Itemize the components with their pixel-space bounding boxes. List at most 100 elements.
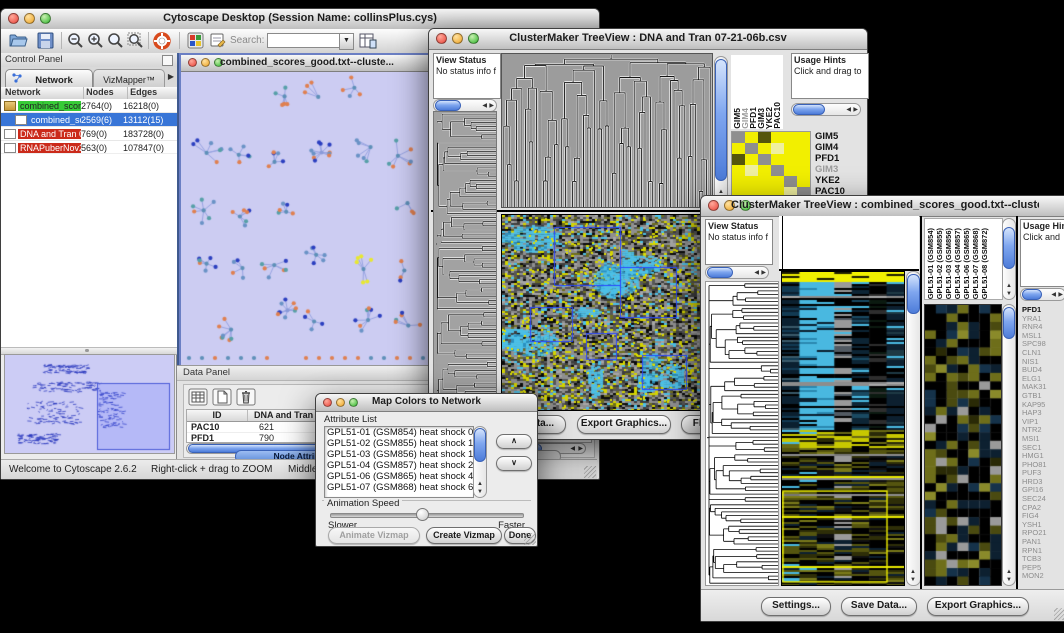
matrix-cell[interactable] [771,143,784,154]
dialog-title-bar[interactable]: Map Colors to Network [316,394,537,412]
matrix-cell[interactable] [758,132,771,143]
matrix-cell[interactable] [797,143,810,154]
matrix-cell[interactable] [771,132,784,143]
annotation-icon[interactable] [209,32,226,49]
close-icon[interactable] [323,398,332,407]
vizmapper-icon[interactable] [187,32,204,49]
attribute-list-item[interactable]: GPL51-01 (GSM854) heat shock 05 min [325,427,473,438]
tv1-zoom-matrix[interactable] [731,131,811,199]
attribute-list-vscrollbar[interactable]: ▲▼ [473,426,487,498]
search-input[interactable] [267,33,341,48]
matrix-cell[interactable] [797,176,810,187]
matrix-cell[interactable] [745,143,758,154]
attribute-list-item[interactable]: GPL51-07 (GSM868) heat shock 60 min [325,482,473,493]
minimize-icon[interactable] [201,58,210,67]
resize-grip[interactable] [1054,608,1064,620]
move-down-button[interactable]: ∨ [496,456,532,471]
help-lifering-icon[interactable] [153,32,171,50]
save-icon[interactable] [37,32,54,49]
zoom-out-icon[interactable] [67,32,84,49]
attribute-list[interactable]: GPL51-01 (GSM854) heat shock 05 minGPL51… [324,426,474,498]
resize-grip[interactable] [584,466,596,478]
tv2-collabels-vscrollbar[interactable]: ▲▼ [1002,218,1016,300]
main-title-bar[interactable]: Cytoscape Desktop (Session Name: collins… [1,9,599,30]
attribute-list-item[interactable]: GPL51-02 (GSM855) heat shock 10 min [325,438,473,449]
float-panel-icon[interactable] [162,55,173,66]
tab-overflow-arrow[interactable]: ▶ [168,72,174,81]
matrix-cell[interactable] [732,132,745,143]
tab-vizmapper[interactable]: VizMapper™ [93,69,165,88]
trash-icon[interactable] [236,388,256,406]
col-edges[interactable]: Edges [128,87,177,99]
col-network[interactable]: Network [1,87,84,99]
network-list-item[interactable]: combined_scores2764(0)16218(0) [1,99,177,113]
matrix-cell[interactable] [758,143,771,154]
matrix-cell[interactable] [784,132,797,143]
tv1-title-bar[interactable]: ClusterMaker TreeView : DNA and Tran 07-… [429,29,867,50]
network-view-canvas[interactable] [181,72,429,363]
settings-button[interactable]: Settings... [761,597,831,616]
tv1-row-dendrogram[interactable] [433,111,497,411]
matrix-cell[interactable] [771,165,784,176]
matrix-cell[interactable] [745,154,758,165]
network-frame-1[interactable]: combined_scores_good.txt--cluste... [179,53,435,365]
animation-slider-thumb[interactable] [416,508,429,521]
matrix-cell[interactable] [797,132,810,143]
tv2-status-hscrollbar[interactable]: ◀▶ [705,266,769,279]
resize-grip[interactable] [524,533,536,545]
attribute-browser-icon[interactable] [359,32,377,49]
attribute-list-item[interactable]: GPL51-04 (GSM857) heat shock 20 min [325,460,473,471]
save-data-button[interactable]: Save Data... [841,597,917,616]
move-up-button[interactable]: ∧ [496,434,532,449]
attribute-list-item[interactable]: GPL51-03 (GSM856) heat shock 15 min [325,449,473,460]
close-icon[interactable] [8,13,19,24]
open-icon[interactable] [9,32,28,49]
tv1-column-dendrogram[interactable] [501,53,713,208]
matrix-cell[interactable] [797,165,810,176]
close-icon[interactable] [708,200,719,211]
tv1-heatmap[interactable] [501,214,713,411]
matrix-cell[interactable] [745,132,758,143]
col-nodes[interactable]: Nodes [84,87,128,99]
matrix-cell[interactable] [732,154,745,165]
zoom-in-icon[interactable] [87,32,104,49]
matrix-cell[interactable] [732,143,745,154]
matrix-cell[interactable] [784,154,797,165]
tv1-usage-hscrollbar[interactable]: ◀▶ [791,103,861,116]
matrix-cell[interactable] [758,154,771,165]
tv2-zoom-vscrollbar[interactable]: ▲▼ [1002,304,1016,586]
matrix-cell[interactable] [732,176,745,187]
tv2-title-bar[interactable]: ClusterMaker TreeView : combined_scores_… [701,196,1064,217]
minimize-icon[interactable] [336,398,345,407]
zoom-selected-icon[interactable] [107,32,124,49]
matrix-cell[interactable] [758,176,771,187]
tv2-row-dendrogram[interactable] [705,281,779,586]
search-dropdown-button[interactable]: ▼ [339,33,354,50]
new-document-icon[interactable] [212,388,232,406]
tv2-usage-hscrollbar[interactable]: ◀▶ [1020,288,1064,301]
tv2-heatmap-vscrollbar[interactable]: ▲▼ [906,271,921,586]
matrix-cell[interactable] [771,154,784,165]
zoom-fit-icon[interactable] [127,32,144,49]
matrix-cell[interactable] [784,143,797,154]
tv2-heatmap[interactable] [781,271,905,586]
birdseye-view[interactable] [4,354,175,454]
table-icon[interactable] [188,388,208,406]
network-list-item[interactable]: combined_sco2569(6)13112(15) [1,113,177,127]
attribute-list-item[interactable]: GPL51-06 (GSM865) heat shock 40 min [325,471,473,482]
export-graphics-button[interactable]: Export Graphics... [927,597,1029,616]
close-icon[interactable] [436,33,447,44]
tv1-dendrogram-vscrollbar[interactable]: ▲▼ [714,56,728,206]
animate-vizmap-button[interactable]: Animate Vizmap [328,527,420,544]
matrix-cell[interactable] [758,165,771,176]
export-graphics-button[interactable]: Export Graphics... [577,415,671,434]
matrix-cell[interactable] [784,165,797,176]
tv2-zoom-heatmap[interactable] [924,304,1002,586]
network-list-item[interactable]: DNA and Tran 07769(0)183728(0) [1,127,177,141]
data-col-id[interactable]: ID [187,410,248,421]
matrix-cell[interactable] [771,176,784,187]
close-icon[interactable] [188,58,197,67]
matrix-cell[interactable] [797,154,810,165]
matrix-cell[interactable] [732,165,745,176]
matrix-cell[interactable] [745,176,758,187]
